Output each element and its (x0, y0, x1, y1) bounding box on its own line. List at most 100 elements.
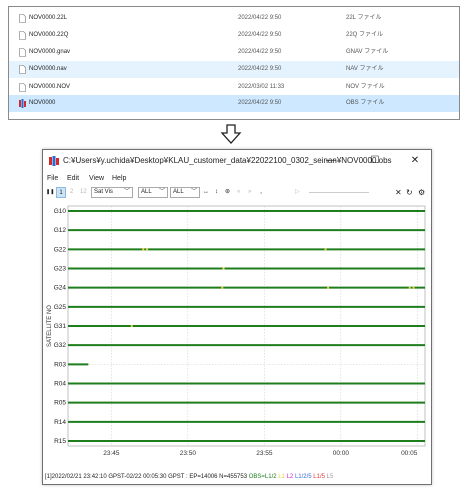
file-name: NOV0000.22L (29, 15, 68, 21)
satellite-label: R04 (54, 381, 66, 388)
slip-marker (221, 286, 224, 289)
document-icon (19, 65, 26, 74)
file-date: 2022/04/22 9:50 (238, 66, 282, 72)
satellite-label: G24 (54, 285, 67, 292)
center-target-icon[interactable]: ⊛ (225, 187, 230, 198)
slip-marker (408, 286, 411, 289)
x-tick-label: 23:50 (180, 450, 197, 457)
freq-12-button[interactable]: 12 (80, 187, 87, 198)
legend-item: L5 (326, 474, 334, 480)
slip-marker (146, 248, 149, 251)
satellite-label: R05 (54, 400, 66, 407)
menu-file[interactable]: File (47, 173, 58, 185)
satellite-label: G32 (54, 342, 67, 349)
menu-edit[interactable]: Edit (67, 173, 79, 185)
x-tick-label: 00:00 (333, 450, 350, 457)
close-button[interactable]: ✕ (401, 150, 429, 172)
chevron-down-icon: ﹀ (190, 189, 197, 195)
file-date: 2022/04/22 9:50 (238, 100, 282, 106)
legend-item: OBS=L1/2 (248, 474, 279, 480)
menu-view[interactable]: View (89, 173, 104, 185)
satellite-filter-value: ALL (173, 189, 184, 195)
rewind-icon[interactable]: « (237, 187, 240, 198)
file-list-panel: NOV0000.22L 2022/04/22 9:50 22L ファイル NOV000… (8, 6, 460, 120)
menu-help[interactable]: Help (112, 173, 126, 185)
chevron-down-icon: ﹀ (123, 189, 130, 195)
system-filter-select[interactable]: ALL ﹀ (138, 187, 168, 198)
toolbar: ❚❚ 1 2 12 Sat Vis ﹀ ALL ﹀ ALL ﹀ ↔ ↕ ⊛ « … (43, 186, 431, 199)
slip-marker (324, 248, 327, 251)
freq-2-button[interactable]: 2 (70, 187, 73, 198)
x-tick-label: 23:55 (256, 450, 273, 457)
satellite-filter-select[interactable]: ALL ﹀ (170, 187, 200, 198)
x-tick-label: 23:45 (103, 450, 120, 457)
x-tick-label: 00:05 (401, 450, 418, 457)
satellite-label: G23 (54, 266, 67, 273)
file-type: GNAV ファイル (346, 49, 389, 55)
record-icon[interactable]: ● (260, 187, 262, 198)
y-axis-label: SATELLITE NO (47, 305, 53, 347)
chevron-down-icon: ﹀ (158, 189, 165, 195)
file-type: 22Q ファイル (346, 32, 384, 38)
satellite-label: G31 (54, 323, 67, 330)
time-slider[interactable] (309, 192, 369, 193)
file-date: 2022/04/22 9:50 (238, 32, 282, 38)
document-icon (19, 31, 26, 40)
down-arrow-icon (220, 124, 242, 144)
file-date: 2022/03/02 11:33 (238, 84, 285, 90)
slip-marker (412, 286, 415, 289)
file-date: 2022/04/22 9:50 (238, 15, 282, 21)
plot-type-value: Sat Vis (94, 189, 113, 195)
clear-icon[interactable]: ✕ (395, 187, 402, 198)
obs-file-icon (19, 99, 26, 108)
file-row[interactable]: NOV0000.22L 2022/04/22 9:50 22L ファイル (9, 10, 459, 27)
satellite-label: R14 (54, 419, 66, 426)
legend-item: L1/5 (313, 474, 327, 480)
file-row[interactable]: NOV0000.nav 2022/04/22 9:50 NAV ファイル (9, 61, 459, 78)
plot-type-select[interactable]: Sat Vis ﹀ (91, 187, 133, 198)
settings-icon[interactable]: ⚙ (418, 187, 425, 198)
file-type: NOV ファイル (346, 84, 385, 90)
minimize-button[interactable]: — (317, 150, 345, 172)
reload-icon[interactable]: ↻ (406, 187, 413, 198)
forward-icon[interactable]: » (248, 187, 251, 198)
maximize-button[interactable]: ☐ (361, 150, 389, 172)
file-type: OBS ファイル (346, 100, 385, 106)
satellite-label: G25 (54, 304, 67, 311)
satellite-visibility-plot[interactable]: 23:45 23:50 23:55 00:00 00:05 SATELLITE NO G10… (46, 200, 427, 458)
legend-item: L1 (278, 474, 287, 480)
slip-marker (130, 325, 133, 327)
slip-marker (327, 286, 330, 289)
document-icon (19, 14, 26, 23)
freq-1-button[interactable]: 1 (56, 187, 66, 198)
satellite-label: G10 (54, 208, 67, 215)
status-info: [1]2022/02/21 23:42:10 GPST-02/22 00:05:… (45, 474, 249, 480)
file-row[interactable]: NOV0000 2022/04/22 9:50 OBS ファイル (9, 95, 459, 112)
file-date: 2022/04/22 9:50 (238, 49, 282, 55)
document-icon (19, 83, 26, 92)
app-icon (49, 156, 59, 166)
satellite-label: R03 (54, 361, 66, 368)
pause-icon[interactable]: ❚❚ (46, 187, 54, 198)
file-row[interactable]: NOV0000.NOV 2022/03/02 11:33 NOV ファイル (9, 79, 459, 96)
file-name: NOV0000.NOV (29, 84, 71, 90)
satellite-label: G12 (54, 227, 67, 234)
slip-marker (222, 267, 225, 270)
file-name: NOV0000.nav (29, 66, 67, 72)
file-type: 22L ファイル (346, 15, 382, 21)
document-icon (19, 48, 26, 57)
file-row[interactable]: NOV0000.22Q 2022/04/22 9:50 22Q ファイル (9, 27, 459, 44)
satellite-label: R15 (54, 438, 66, 445)
rtkplot-window: C:¥Users¥y.uchida¥Desktop¥KLAU_customer_… (42, 149, 432, 485)
fit-vertical-icon[interactable]: ↕ (215, 187, 218, 198)
fit-horizontal-icon[interactable]: ↔ (203, 187, 209, 198)
legend-item: L2 (286, 474, 295, 480)
status-bar: [1]2022/02/21 23:42:10 GPST-02/22 00:05:… (45, 472, 333, 482)
file-row[interactable]: NOV0000.gnav 2022/04/22 9:50 GNAV ファイル (9, 44, 459, 61)
system-filter-value: ALL (141, 189, 152, 195)
legend-item: L1/2/5 (294, 474, 314, 480)
signal-legend: OBS=L1/2 L1 L2 L1/2/5 L1/5 L5 (249, 474, 334, 480)
play-icon[interactable]: ▷ (295, 187, 300, 198)
file-name: NOV0000.gnav (29, 49, 71, 55)
title-bar[interactable]: C:¥Users¥y.uchida¥Desktop¥KLAU_customer_… (43, 150, 431, 172)
